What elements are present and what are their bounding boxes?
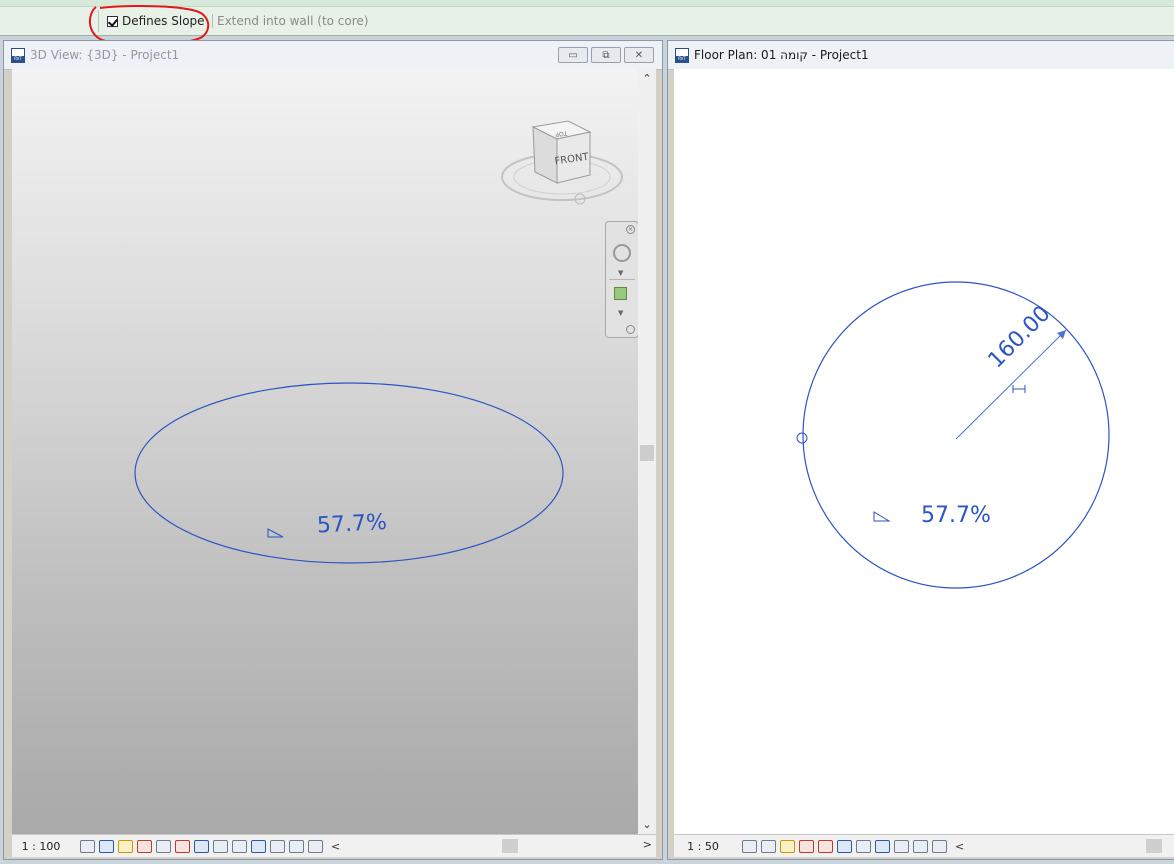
plan-drawing: 160.00 57.7% <box>796 281 1110 589</box>
3d-view-control-bar: 1 : 100 < > <box>12 834 656 857</box>
plan-slope-label: 57.7% <box>921 503 991 528</box>
floor-plan-canvas[interactable]: 160.00 57.7% <box>674 69 1174 835</box>
temporary-hide-icon[interactable] <box>232 839 247 853</box>
constraints-icon[interactable] <box>308 839 323 853</box>
3d-view-title: 3D View: {3D} - Project1 <box>30 48 180 62</box>
3d-view-scale[interactable]: 1 : 100 <box>12 840 70 853</box>
crop-view-icon[interactable] <box>818 839 833 853</box>
floor-plan-window[interactable]: Floor Plan: 01 קומה - Project1 160.00 57… <box>667 40 1174 860</box>
detail-level-icon[interactable] <box>742 839 757 853</box>
reveal-hidden-icon[interactable] <box>875 839 890 853</box>
analytical-model-icon[interactable] <box>270 839 285 853</box>
rendering-icon[interactable] <box>156 839 171 853</box>
plan-view-control-icons <box>742 839 947 853</box>
3d-vertical-scrollbar[interactable]: ⌃ ⌄ <box>638 69 656 835</box>
reveal-hidden-icon[interactable] <box>251 839 266 853</box>
show-crop-region-icon[interactable] <box>837 839 852 853</box>
radius-dimension-text[interactable]: 160.00 <box>984 301 1056 373</box>
visual-style-icon[interactable] <box>99 839 114 853</box>
restore-button[interactable]: ⧉ <box>591 47 621 63</box>
highlight-displacement-icon[interactable] <box>289 839 304 853</box>
navbar-divider <box>609 279 635 280</box>
viewcube[interactable]: FRONT TOP <box>501 120 623 205</box>
shadows-icon[interactable] <box>799 839 814 853</box>
show-crop-region-icon[interactable] <box>194 839 209 853</box>
window-controls: ▭ ⧉ ✕ <box>558 47 654 63</box>
3d-view-window[interactable]: 3D View: {3D} - Project1 ▭ ⧉ ✕ FRONT TOP <box>3 40 663 860</box>
extend-into-wall-label: Extend into wall (to core) <box>217 14 369 28</box>
sun-path-icon[interactable] <box>780 839 795 853</box>
extend-into-wall-checkbox <box>212 14 213 28</box>
options-bar: Defines Slope Extend into wall (to core) <box>0 0 1174 45</box>
scroll-thumb[interactable] <box>640 445 654 461</box>
3d-drawing: FRONT TOP 57.7% <box>134 120 623 564</box>
minimize-button[interactable]: ▭ <box>558 47 588 63</box>
steering-wheel-icon[interactable] <box>613 244 631 262</box>
detail-level-icon[interactable] <box>80 839 95 853</box>
floor-plan-control-bar: 1 : 50 < <box>674 834 1174 857</box>
scroll-left-arrow[interactable]: < <box>955 840 964 853</box>
lock-3d-view-icon[interactable] <box>213 839 228 853</box>
slope-arrow-icon <box>873 511 891 522</box>
constraints-icon[interactable] <box>932 839 947 853</box>
scroll-left-arrow[interactable]: < <box>331 840 340 853</box>
drag-control-grip[interactable] <box>796 432 808 444</box>
crop-view-icon[interactable] <box>175 839 190 853</box>
3d-view-titlebar[interactable]: 3D View: {3D} - Project1 ▭ ⧉ ✕ <box>4 41 662 70</box>
scroll-right-arrow[interactable]: > <box>643 838 652 851</box>
temporary-hide-icon[interactable] <box>856 839 871 853</box>
3d-view-canvas[interactable]: FRONT TOP 57.7% × ▼ ▼ <box>12 69 638 835</box>
scroll-up-arrow[interactable]: ⌃ <box>638 71 656 87</box>
scroll-down-arrow[interactable]: ⌄ <box>638 817 656 833</box>
close-button[interactable]: ✕ <box>624 47 654 63</box>
sun-path-icon[interactable] <box>118 839 133 853</box>
chevron-down-icon[interactable]: ▼ <box>618 269 623 277</box>
floor-plan-scale[interactable]: 1 : 50 <box>674 840 732 853</box>
revit-document-icon <box>675 47 689 63</box>
visual-style-icon[interactable] <box>761 839 776 853</box>
highlight-ring <box>89 5 210 45</box>
highlight-displacement-icon[interactable] <box>913 839 928 853</box>
navbar-options-icon[interactable] <box>626 325 635 334</box>
horizontal-scroll-thumb[interactable] <box>502 839 518 853</box>
revit-document-icon <box>11 47 25 63</box>
zoom-region-icon[interactable] <box>614 287 627 300</box>
dimension-text-grip-icon[interactable] <box>1012 385 1026 393</box>
horizontal-scroll-thumb[interactable] <box>1146 839 1162 853</box>
floor-plan-title: Floor Plan: 01 קומה - Project1 <box>694 48 869 62</box>
floor-boundary-circle[interactable] <box>802 281 1110 589</box>
navbar-close-icon[interactable]: × <box>626 225 635 234</box>
navigation-bar: × ▼ ▼ <box>605 221 638 338</box>
analytical-model-icon[interactable] <box>894 839 909 853</box>
slope-arrow-icon <box>267 528 284 538</box>
3d-slope-label: 57.7% <box>316 510 387 539</box>
shadows-icon[interactable] <box>137 839 152 853</box>
floor-plan-titlebar[interactable]: Floor Plan: 01 קומה - Project1 <box>668 41 1174 70</box>
view-control-icons <box>80 839 323 853</box>
extend-into-wall-option: Extend into wall (to core) <box>212 13 368 29</box>
chevron-down-icon-2[interactable]: ▼ <box>618 309 623 317</box>
